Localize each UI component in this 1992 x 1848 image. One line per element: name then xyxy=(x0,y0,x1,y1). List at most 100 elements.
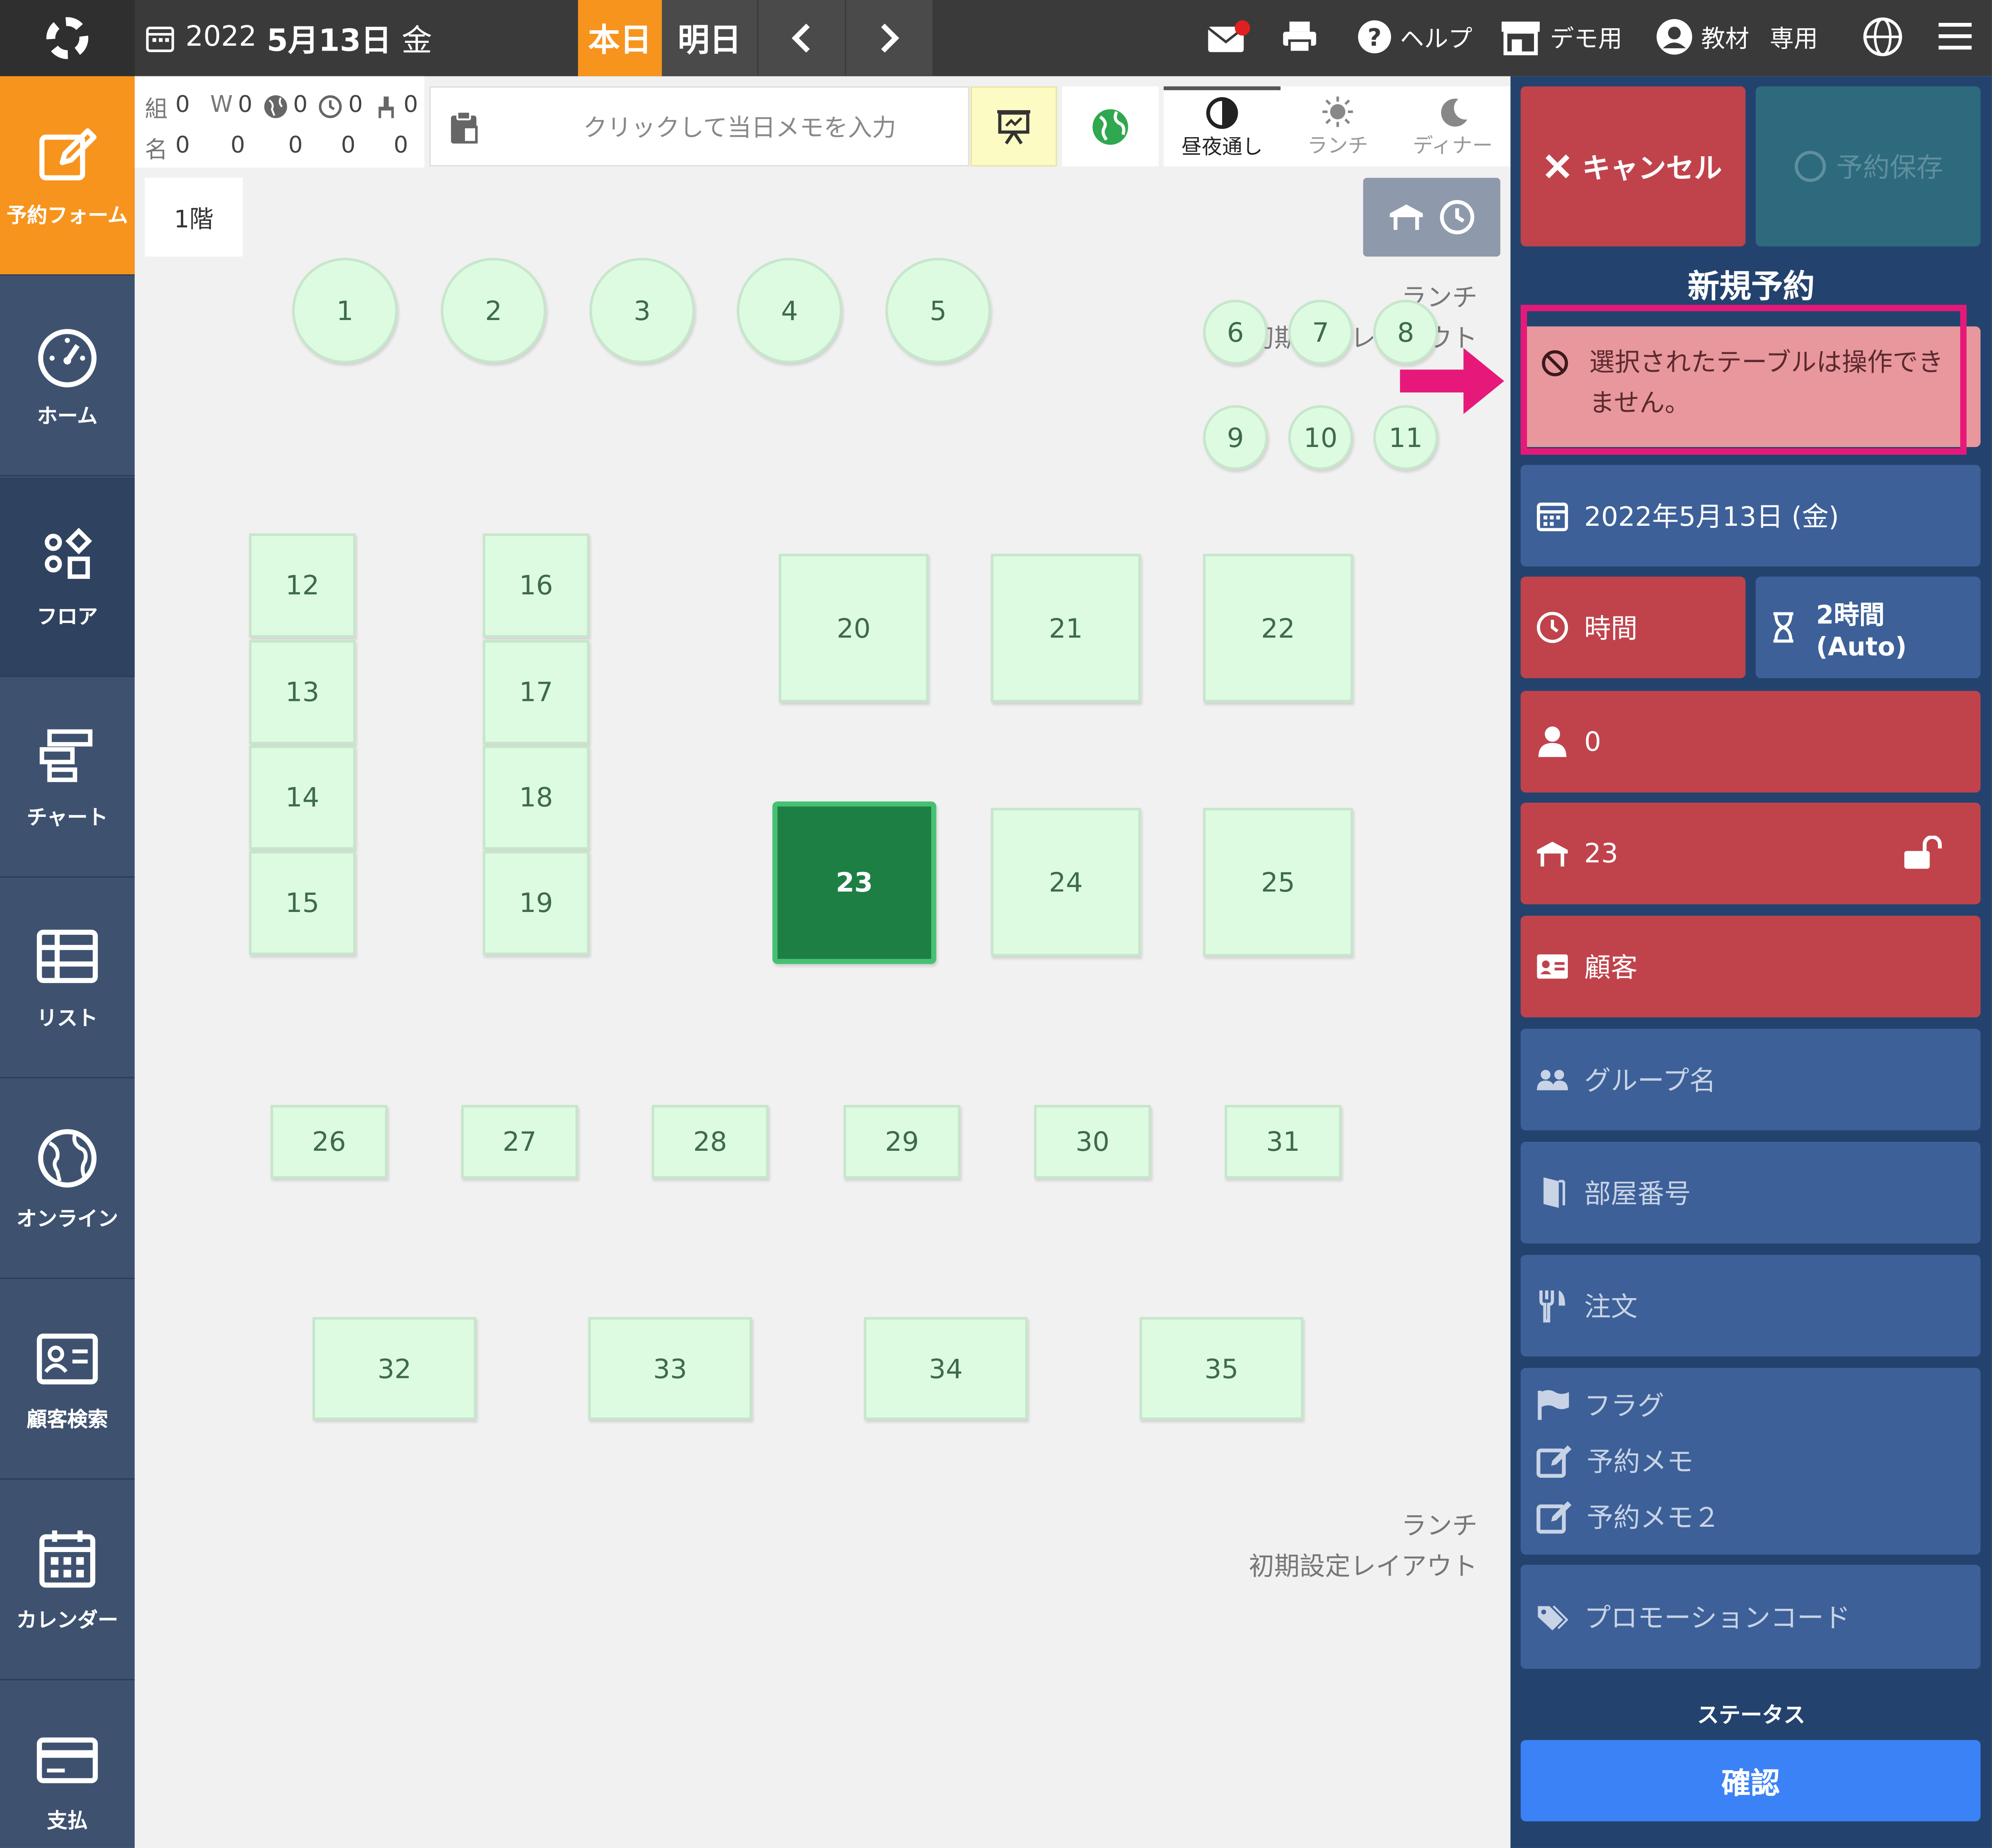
nav-label: ホーム xyxy=(37,404,98,428)
table-icon xyxy=(1537,841,1568,867)
time-field[interactable]: 時間 xyxy=(1521,576,1746,678)
table-24[interactable]: 24 xyxy=(991,807,1141,956)
mail-icon xyxy=(1207,20,1250,52)
nav-floor[interactable]: フロア xyxy=(0,477,135,677)
chart-icon xyxy=(40,729,93,782)
moon-icon xyxy=(1440,98,1467,126)
order-label: 注文 xyxy=(1584,1292,1638,1322)
promo-code-field[interactable]: プロモーションコード xyxy=(1521,1565,1981,1669)
date-value: 2022年5月13日 (金) xyxy=(1584,501,1839,532)
table-25[interactable]: 25 xyxy=(1203,807,1353,956)
flag-field[interactable]: フラグ xyxy=(1536,1385,1664,1423)
nav-reservation-form[interactable]: 予約フォーム xyxy=(0,76,135,276)
demo-label: デモ用 xyxy=(1550,24,1623,53)
table-12[interactable]: 12 xyxy=(249,533,356,638)
table-30[interactable]: 30 xyxy=(1034,1105,1151,1179)
mode-all-day[interactable]: 昼夜通し xyxy=(1163,86,1281,167)
table-28[interactable]: 28 xyxy=(651,1105,769,1179)
table-31[interactable]: 31 xyxy=(1225,1105,1342,1179)
demo-store-button[interactable]: デモ用 xyxy=(1499,15,1622,58)
room-number-field[interactable]: 部屋番号 xyxy=(1521,1142,1981,1243)
table-21[interactable]: 21 xyxy=(991,554,1141,703)
clock-icon xyxy=(319,95,342,118)
reservation-memo2-field[interactable]: 予約メモ２ xyxy=(1536,1497,1720,1535)
table-29[interactable]: 29 xyxy=(843,1105,960,1179)
table-1[interactable]: 1 xyxy=(292,258,398,363)
table-26[interactable]: 26 xyxy=(270,1105,388,1179)
group-name-field[interactable]: グループ名 xyxy=(1521,1029,1981,1131)
guests-field[interactable]: 0 xyxy=(1521,691,1981,793)
nav-calendar[interactable]: カレンダー xyxy=(0,1481,135,1681)
nav-online[interactable]: オンライン xyxy=(0,1080,135,1279)
tomorrow-button[interactable]: 明日 xyxy=(662,0,757,76)
table-17[interactable]: 17 xyxy=(482,640,590,745)
table-7[interactable]: 7 xyxy=(1288,300,1353,365)
order-field[interactable]: 注文 xyxy=(1521,1254,1981,1357)
online-globe-button[interactable] xyxy=(1062,86,1159,167)
date-field[interactable]: 2022年5月13日 (金) xyxy=(1521,465,1981,567)
table-field[interactable]: 23 xyxy=(1521,803,1981,905)
presentation-button[interactable] xyxy=(970,86,1057,167)
today-button[interactable]: 本日 xyxy=(578,0,662,76)
floor-tab-1f[interactable]: 1階 xyxy=(145,178,243,257)
table-35[interactable]: 35 xyxy=(1139,1317,1304,1420)
table-15[interactable]: 15 xyxy=(249,851,356,955)
reservation-memo-field[interactable]: 予約メモ xyxy=(1536,1441,1694,1479)
nav-home[interactable]: ホーム xyxy=(0,277,135,476)
next-day-button[interactable] xyxy=(846,0,933,76)
stat-label-people: 名 xyxy=(145,137,168,164)
table-19[interactable]: 19 xyxy=(482,851,590,955)
status-confirm-button[interactable]: 確認 xyxy=(1521,1740,1981,1821)
nav-customer-search[interactable]: 顧客検索 xyxy=(0,1280,135,1480)
mode-lunch[interactable]: ランチ xyxy=(1281,86,1395,167)
half-circle-icon xyxy=(1206,97,1238,129)
mail-button[interactable] xyxy=(1207,15,1250,58)
nav-label: 予約フォーム xyxy=(7,203,128,227)
customer-label: 顧客 xyxy=(1584,952,1638,983)
nav-payment[interactable]: 支払 xyxy=(0,1681,135,1848)
print-button[interactable] xyxy=(1281,15,1318,58)
table-9[interactable]: 9 xyxy=(1203,405,1268,470)
table-16[interactable]: 16 xyxy=(482,533,590,638)
nav-chart[interactable]: チャート xyxy=(0,678,135,878)
user-menu[interactable]: 教材 専用 xyxy=(1655,15,1818,58)
date-year: 2022 xyxy=(185,21,257,53)
table-10[interactable]: 10 xyxy=(1288,405,1353,470)
table-13[interactable]: 13 xyxy=(249,640,356,745)
table-6[interactable]: 6 xyxy=(1203,300,1268,365)
unlock-icon[interactable] xyxy=(1902,836,1943,871)
customer-field[interactable]: 顧客 xyxy=(1521,916,1981,1018)
mode-dinner[interactable]: ディナー xyxy=(1395,86,1511,167)
table-5[interactable]: 5 xyxy=(885,258,991,363)
date-display[interactable]: 2022 5月13日 金 xyxy=(145,15,432,60)
stat-walkin: 0 xyxy=(238,91,253,118)
app-logo[interactable] xyxy=(0,0,135,76)
table-20[interactable]: 20 xyxy=(778,554,929,703)
help-button[interactable]: ? ヘルプ xyxy=(1357,15,1472,58)
table-32[interactable]: 32 xyxy=(312,1317,477,1420)
duration-field[interactable]: 2時間 (Auto) xyxy=(1756,576,1981,678)
hamburger-menu[interactable] xyxy=(1936,15,1974,58)
save-reservation-button[interactable]: 予約保存 xyxy=(1756,86,1981,247)
nav-list[interactable]: リスト xyxy=(0,879,135,1079)
table-22[interactable]: 22 xyxy=(1203,554,1353,703)
table-2[interactable]: 2 xyxy=(440,258,547,363)
table-18[interactable]: 18 xyxy=(482,745,590,850)
table-14[interactable]: 14 xyxy=(249,745,356,850)
table-time-toggle[interactable] xyxy=(1363,178,1501,257)
table-27[interactable]: 27 xyxy=(461,1105,578,1179)
chair-icon xyxy=(378,96,394,118)
table-34[interactable]: 34 xyxy=(864,1317,1028,1420)
help-label: ヘルプ xyxy=(1400,24,1473,53)
table-3[interactable]: 3 xyxy=(589,258,695,363)
prev-day-button[interactable] xyxy=(758,0,845,76)
table-23-selected[interactable]: 23 xyxy=(772,801,936,964)
table-33[interactable]: 33 xyxy=(588,1317,752,1420)
language-button[interactable] xyxy=(1862,15,1903,58)
notes-card: フラグ 予約メモ 予約メモ２ xyxy=(1521,1368,1981,1555)
menu-icon xyxy=(1939,23,1972,50)
cancel-button[interactable]: キャンセル xyxy=(1521,86,1746,247)
day-memo-input[interactable]: クリックして当日メモを入力 xyxy=(429,86,969,167)
flag-label: フラグ xyxy=(1584,1390,1664,1421)
table-4[interactable]: 4 xyxy=(737,258,843,363)
